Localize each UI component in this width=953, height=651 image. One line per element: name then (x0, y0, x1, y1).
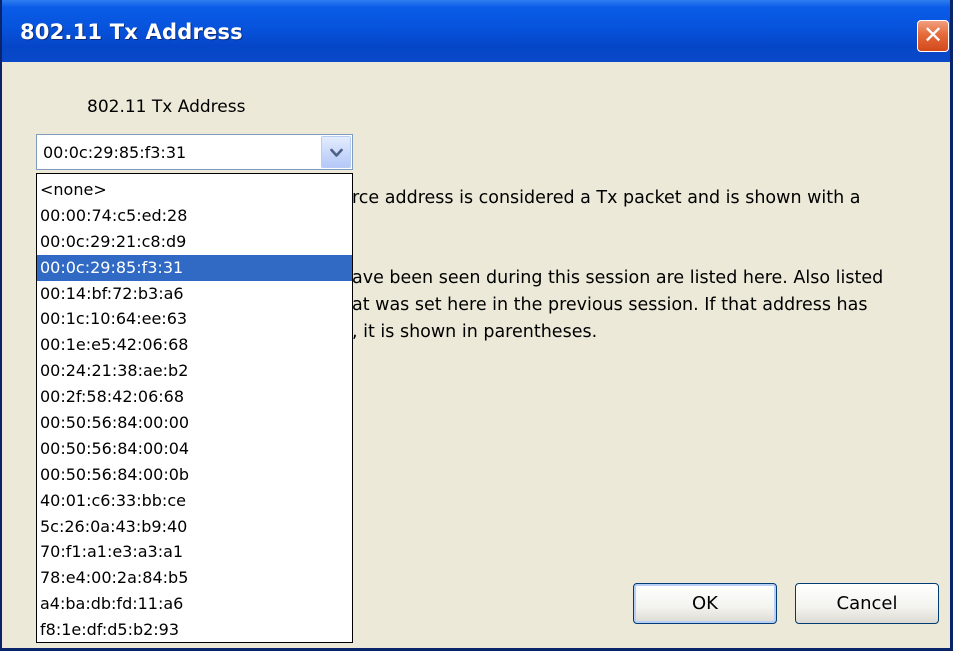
tx-address-combobox[interactable]: 00:0c:29:85:f3:31 (36, 134, 353, 170)
dropdown-option[interactable]: 00:24:21:38:ae:b2 (37, 358, 352, 384)
dropdown-option[interactable]: a4:ba:db:fd:11:a6 (37, 591, 352, 617)
dropdown-option[interactable]: 00:50:56:84:00:0b (37, 462, 352, 488)
dropdown-option[interactable]: 00:2f:58:42:06:68 (37, 384, 352, 410)
dropdown-option[interactable]: 78:e4:00:2a:84:b5 (37, 565, 352, 591)
combobox-value: 00:0c:29:85:f3:31 (43, 143, 187, 162)
description-line-3: at was set here in the previous session.… (352, 295, 868, 315)
tx-address-dropdown-list[interactable]: <none> 00:00:74:c5:ed:28 00:0c:29:21:c8:… (36, 173, 353, 643)
dropdown-option[interactable]: f8:1e:df:d5:b2:93 (37, 617, 352, 643)
close-icon: ✕ (922, 21, 944, 49)
description-line-4: , it is shown in parentheses. (352, 322, 598, 342)
tx-address-label: 802.11 Tx Address (87, 97, 246, 117)
cancel-button[interactable]: Cancel (795, 583, 939, 624)
ok-button[interactable]: OK (633, 583, 777, 624)
close-button[interactable]: ✕ (917, 20, 949, 52)
dropdown-option[interactable]: 5c:26:0a:43:b9:40 (37, 514, 352, 540)
dropdown-option[interactable]: 00:1c:10:64:ee:63 (37, 306, 352, 332)
dialog-window: 802.11 Tx Address ✕ 802.11 Tx Address 00… (0, 0, 953, 651)
dropdown-option[interactable]: 00:50:56:84:00:04 (37, 436, 352, 462)
dropdown-option-selected[interactable]: 00:0c:29:85:f3:31 (37, 254, 352, 281)
description-line-1: rce address is considered a Tx packet an… (352, 188, 861, 208)
combobox-dropdown-button[interactable] (321, 136, 351, 168)
dropdown-option[interactable]: 00:14:bf:72:b3:a6 (37, 281, 352, 307)
window-title: 802.11 Tx Address (20, 20, 243, 44)
dropdown-option[interactable]: 70:f1:a1:e3:a3:a1 (37, 539, 352, 565)
title-bar[interactable]: 802.11 Tx Address ✕ (2, 0, 950, 62)
dropdown-option[interactable]: 00:00:74:c5:ed:28 (37, 203, 352, 229)
description-line-2: ave been seen during this session are li… (352, 268, 884, 288)
chevron-down-icon (330, 148, 343, 157)
dropdown-option[interactable]: 00:1e:e5:42:06:68 (37, 332, 352, 358)
dropdown-option[interactable]: <none> (37, 177, 352, 203)
dropdown-option[interactable]: 40:01:c6:33:bb:ce (37, 488, 352, 514)
dropdown-option[interactable]: 00:50:56:84:00:00 (37, 410, 352, 436)
dropdown-option[interactable]: 00:0c:29:21:c8:d9 (37, 229, 352, 255)
